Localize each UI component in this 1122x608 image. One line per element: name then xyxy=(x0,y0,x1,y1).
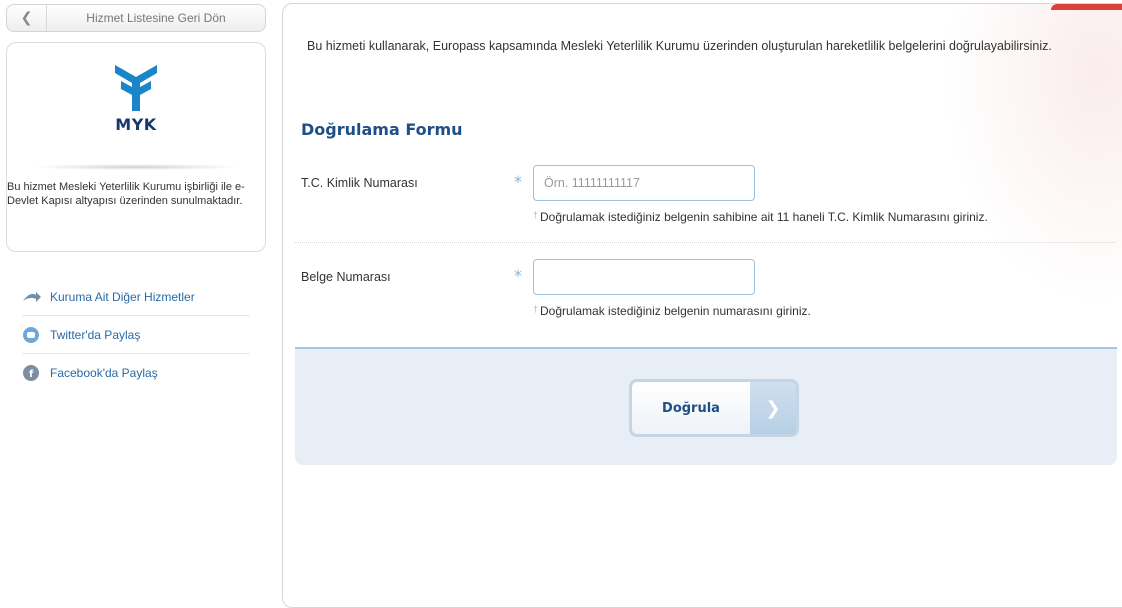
field-divider xyxy=(295,242,1115,243)
document-number-label: Belge Numarası xyxy=(301,270,391,284)
tc-id-hint-text: Doğrulamak istediğiniz belgenin sahibine… xyxy=(540,210,988,224)
side-links: Kuruma Ait Diğer Hizmetler Twitter'da Pa… xyxy=(22,278,250,392)
verify-button-label: Doğrula xyxy=(632,382,750,434)
form-action-bar: Doğrula ❯ xyxy=(295,347,1117,465)
other-services-link[interactable]: Kuruma Ait Diğer Hizmetler xyxy=(22,278,250,316)
back-to-service-list-button[interactable]: ❮ Hizmet Listesine Geri Dön xyxy=(6,4,266,32)
document-number-input[interactable] xyxy=(533,259,755,295)
facebook-share-link[interactable]: f Facebook'da Paylaş xyxy=(22,354,250,392)
myk-logo-text: MYK xyxy=(115,115,157,134)
other-services-label: Kuruma Ait Diğer Hizmetler xyxy=(50,289,195,304)
myk-logo: MYK xyxy=(7,61,265,134)
tc-id-label: T.C. Kimlik Numarası xyxy=(301,176,418,190)
myk-logo-icon xyxy=(115,65,157,111)
chevron-right-icon: ❯ xyxy=(750,382,796,434)
svg-text:f: f xyxy=(29,369,34,380)
document-number-hint-text: Doğrulamak istediğiniz belgenin numarası… xyxy=(540,304,811,318)
back-button-label: Hizmet Listesine Geri Dön xyxy=(86,11,226,25)
agency-description: Bu hizmet Mesleki Yeterlilik Kurumu işbi… xyxy=(7,181,245,207)
form-title: Doğrulama Formu xyxy=(301,120,463,139)
document-number-hint: † Doğrulamak istediğiniz belgenin numaras… xyxy=(533,304,811,318)
chevron-left-icon: ❮ xyxy=(7,5,47,31)
main-panel: Bu hizmeti kullanarak, Europass kapsamın… xyxy=(282,3,1122,608)
service-intro-text: Bu hizmeti kullanarak, Europass kapsamın… xyxy=(307,39,1052,53)
agency-divider xyxy=(31,164,241,170)
twitter-share-label: Twitter'da Paylaş xyxy=(50,327,141,342)
twitter-share-link[interactable]: Twitter'da Paylaş xyxy=(22,316,250,354)
tc-id-hint: † Doğrulamak istediğiniz belgenin sahibin… xyxy=(533,210,988,224)
verify-submit-button[interactable]: Doğrula ❯ xyxy=(629,379,799,437)
facebook-share-label: Facebook'da Paylaş xyxy=(50,366,158,380)
services-arrow-icon xyxy=(22,288,44,306)
tc-id-input[interactable] xyxy=(533,165,755,201)
agency-info-box: MYK Bu hizmet Mesleki Yeterlilik Kurumu … xyxy=(6,42,266,252)
required-asterisk-icon: * xyxy=(514,172,522,191)
twitter-icon xyxy=(22,326,44,344)
corner-accent xyxy=(1051,4,1122,10)
hint-marker-icon: † xyxy=(533,304,539,314)
hint-marker-icon: † xyxy=(533,210,539,220)
required-asterisk-icon: * xyxy=(514,266,522,285)
facebook-icon: f xyxy=(22,364,44,382)
